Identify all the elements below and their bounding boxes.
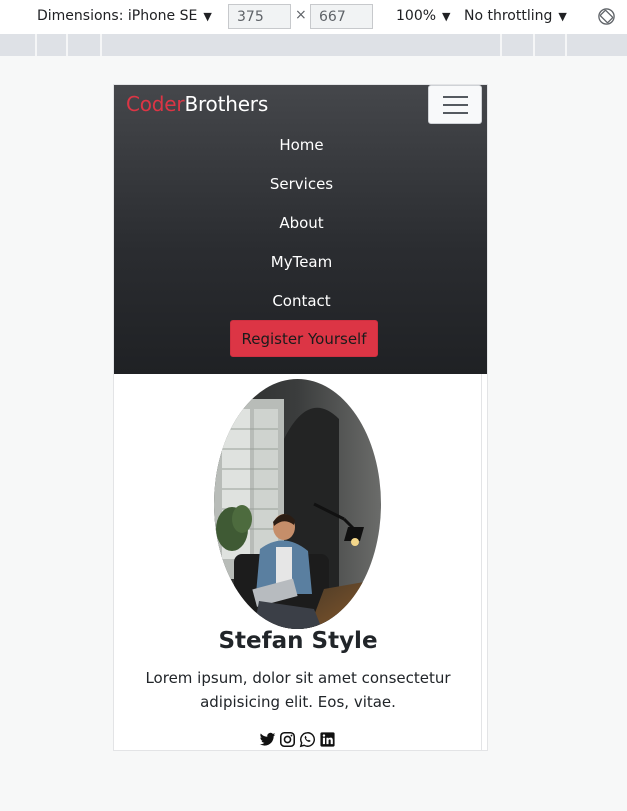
linkedin-icon[interactable] — [319, 731, 336, 748]
media-query-ruler[interactable] — [0, 34, 627, 56]
times-sign: × — [295, 7, 307, 23]
devtools-toolbar: Dimensions: iPhone SE ▼ × 100% ▼ No thro… — [0, 0, 627, 34]
chevron-down-icon: ▼ — [558, 9, 567, 23]
nav-link-myteam[interactable]: MyTeam — [271, 248, 332, 276]
ruler-segment[interactable] — [533, 34, 535, 56]
member-name: Stefan Style — [218, 628, 378, 654]
chevron-down-icon: ▼ — [442, 9, 451, 23]
nav-link-home[interactable]: Home — [279, 131, 323, 159]
zoom-label: 100% — [396, 8, 437, 24]
register-button[interactable]: Register Yourself — [230, 320, 378, 357]
throttle-select[interactable]: No throttling ▼ — [464, 8, 567, 24]
member-description: Lorem ipsum, dolor sit amet consectetur … — [145, 669, 451, 711]
ruler-segment[interactable] — [100, 34, 102, 56]
zoom-select[interactable]: 100% ▼ — [396, 8, 451, 24]
chevron-down-icon: ▼ — [203, 9, 212, 23]
navbar: CoderBrothers Home Services About MyTeam… — [114, 85, 487, 374]
device-label: Dimensions: iPhone SE — [37, 8, 198, 24]
social-links — [259, 731, 336, 748]
throttle-label: No throttling — [464, 8, 553, 24]
nav-link-services[interactable]: Services — [270, 170, 333, 198]
ruler-segment[interactable] — [35, 34, 37, 56]
nav-item-myteam: MyTeam — [114, 248, 487, 287]
ruler-segment[interactable] — [565, 34, 567, 56]
nav-item-about: About — [114, 209, 487, 248]
device-select[interactable]: Dimensions: iPhone SE ▼ — [37, 8, 212, 24]
team-member-card: Stefan Style Lorem ipsum, dolor sit amet… — [114, 374, 482, 750]
member-photo — [214, 379, 381, 629]
hamburger-icon-line — [442, 103, 468, 106]
ruler-segment[interactable] — [66, 34, 68, 56]
instagram-icon[interactable] — [279, 731, 296, 748]
nav-link-about[interactable]: About — [279, 209, 323, 237]
nav-menu: Home Services About MyTeam Contact — [114, 131, 487, 326]
hamburger-icon-line — [442, 111, 468, 114]
nav-item-services: Services — [114, 170, 487, 209]
height-input[interactable] — [310, 4, 373, 29]
hamburger-icon-line — [442, 95, 468, 98]
nav-item-home: Home — [114, 131, 487, 170]
nav-link-contact[interactable]: Contact — [272, 287, 330, 315]
brand-part-coder: Coder — [126, 92, 185, 116]
width-input[interactable] — [228, 4, 291, 29]
brand-part-brothers: Brothers — [184, 92, 269, 116]
avatar — [214, 379, 381, 629]
device-viewport: CoderBrothers Home Services About MyTeam… — [113, 84, 488, 751]
ruler-segment[interactable] — [500, 34, 502, 56]
navbar-toggler-button[interactable] — [428, 85, 482, 124]
whatsapp-icon[interactable] — [299, 731, 316, 748]
twitter-icon[interactable] — [259, 731, 276, 748]
rotate-icon[interactable] — [597, 7, 616, 26]
brand-logo[interactable]: CoderBrothers — [126, 92, 268, 116]
